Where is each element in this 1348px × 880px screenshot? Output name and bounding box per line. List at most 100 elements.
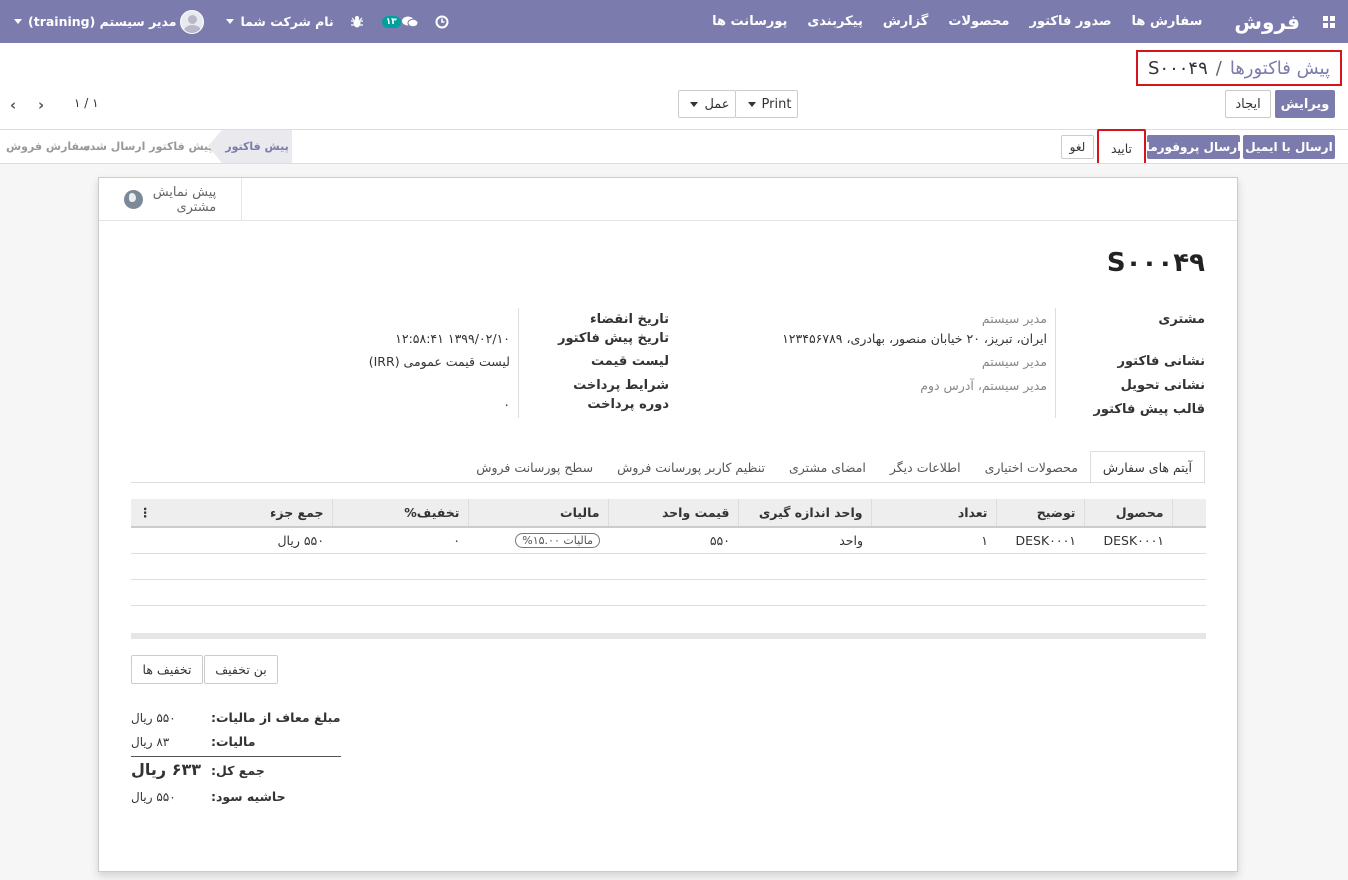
coupon-button[interactable]: بن تخفیف <box>204 655 278 684</box>
margin-label: حاشیه سود: <box>211 789 286 804</box>
tab-other-info[interactable]: اطلاعات دیگر <box>878 451 973 483</box>
col-discount[interactable]: تخفیف% <box>331 499 468 528</box>
company-name: نام شرکت شما <box>240 14 334 29</box>
avatar <box>180 9 205 34</box>
payment-period-field[interactable]: ۰ <box>503 397 510 412</box>
untaxed-amount-label: مبلغ معاف از مالیات: <box>211 710 341 725</box>
table-row <box>131 553 1206 580</box>
delivery-address-label: نشانی تحویل <box>1120 378 1205 393</box>
pager-next-icon[interactable]: › <box>38 96 44 114</box>
send-by-email-button[interactable]: ارسال با ایمیل <box>1243 135 1335 159</box>
action-dropdown[interactable]: عمل <box>678 90 736 118</box>
customer-field[interactable]: مدیر سیستم <box>982 311 1047 326</box>
discounts-button[interactable]: تخفیف ها <box>131 655 203 684</box>
tax-tag: مالیات ۱۵.۰۰% <box>515 533 600 549</box>
col-product[interactable]: محصول <box>1083 499 1172 528</box>
user-name: مدیر سیستم (training) <box>28 14 177 29</box>
breadcrumb-quotations-link[interactable]: پیش فاکتورها <box>1230 58 1330 79</box>
pager-previous-icon[interactable]: ‹ <box>10 96 16 114</box>
invoice-address-label: نشانی فاکتور <box>1117 354 1205 369</box>
company-switcher[interactable]: نام شرکت شما <box>212 14 341 29</box>
tab-order-lines[interactable]: آیتم های سفارش <box>1089 451 1205 484</box>
invoice-address-field[interactable]: مدیر سیستم <box>982 354 1047 369</box>
cell-product[interactable]: DESK۰۰۰۱ <box>1084 527 1172 554</box>
breadcrumb-separator: / <box>1215 57 1222 79</box>
tax-amount-label: مالیات: <box>211 734 256 749</box>
tab-commission-levels[interactable]: سطح پورسانت فروش <box>464 451 605 483</box>
quote-date-field[interactable]: ۱۳۹۹/۰۲/۱۰ ۱۲:۵۸:۴۱ <box>395 331 510 346</box>
tab-commission-users[interactable]: تنظیم کاربر پورسانت فروش <box>605 451 777 483</box>
menu-commissions[interactable]: پورسانت ها <box>702 14 797 29</box>
payment-terms-label: شرایط پرداخت <box>573 378 669 393</box>
chat-icon[interactable]: ۱۳ <box>372 15 427 29</box>
stage-quotation[interactable]: پیش فاکتور <box>222 130 292 163</box>
print-label: Print <box>761 96 792 112</box>
table-footer <box>131 633 1206 639</box>
table-row[interactable]: DESK۰۰۰۱ DESK۰۰۰۱ ۱ واحد ۵۵۰ مالیات ۱۵.۰… <box>131 527 1206 554</box>
create-button[interactable]: ایجاد <box>1225 90 1271 118</box>
notebook-tabs: آیتم های سفارش محصولات اختیاری اطلاعات د… <box>464 450 1205 484</box>
debug-bug-icon[interactable] <box>342 15 372 29</box>
pricelist-field[interactable]: لیست قیمت عمومی (IRR) <box>369 354 510 369</box>
user-menu[interactable]: مدیر سیستم (training) <box>0 9 212 34</box>
field-separator <box>518 308 519 418</box>
row-handle <box>1172 527 1206 554</box>
activity-clock-icon[interactable] <box>427 15 457 29</box>
breadcrumb: پیش فاکتورها / S۰۰۰۴۹ <box>1135 50 1342 86</box>
send-proforma-button[interactable]: ارسال پروفورما <box>1146 135 1241 159</box>
customer-label: مشتری <box>1158 312 1205 327</box>
cell-taxes[interactable]: مالیات ۱۵.۰۰% <box>468 527 608 554</box>
margin-value: ۵۵۰ ریال <box>131 790 176 804</box>
page-title: S۰۰۰۴۹ <box>1106 248 1205 278</box>
field-separator <box>1055 308 1056 418</box>
col-quantity[interactable]: تعداد <box>870 499 996 528</box>
delivery-address-field[interactable]: مدیر سیستم، آدرس دوم <box>920 378 1047 393</box>
cancel-button[interactable]: لغو <box>1061 135 1094 159</box>
chevron-down-icon <box>690 101 699 107</box>
tabs-divider <box>131 482 1205 483</box>
col-subtotal[interactable]: جمع جزء ⋮ <box>131 499 332 528</box>
quote-date-label: تاریخ پیش فاکتور <box>557 331 669 346</box>
col-uom[interactable]: واحد اندازه گیری <box>737 499 871 528</box>
expiration-label: تاریخ انقضاء <box>589 312 669 327</box>
print-dropdown[interactable]: Print <box>735 90 798 118</box>
breadcrumb-current: S۰۰۰۴۹ <box>1147 57 1208 79</box>
tab-customer-signature[interactable]: امضای مشتری <box>777 451 878 483</box>
col-description[interactable]: توضیح <box>995 499 1084 528</box>
col-subtotal-label: جمع جزء <box>270 505 324 520</box>
column-options-icon[interactable]: ⋮ <box>139 505 152 520</box>
col-taxes[interactable]: مالیات <box>467 499 608 528</box>
tax-amount-value: ۸۳ ریال <box>131 735 170 749</box>
total-amount-value: ۶۳۳ ریال <box>131 760 201 779</box>
stage-arrow <box>208 130 222 163</box>
menu-configuration[interactable]: پیکربندی <box>797 14 872 29</box>
pricelist-label: لیست قیمت <box>591 354 669 369</box>
cell-quantity[interactable]: ۱ <box>871 527 996 554</box>
menu-invoicing[interactable]: صدور فاکتور <box>1019 14 1121 29</box>
form-sheet: پیش نمایش مشتری S۰۰۰۴۹ مشتری نشانی فاکتو… <box>98 177 1238 872</box>
cell-subtotal: ۵۵۰ ریال <box>131 527 332 554</box>
chat-count-badge: ۱۳ <box>381 15 401 28</box>
customer-preview-label-2: مشتری <box>176 199 217 215</box>
stage-sale-order[interactable]: سفارش فروش <box>0 130 90 163</box>
cell-uom[interactable]: واحد <box>738 527 871 554</box>
menu-reporting[interactable]: گزارش <box>873 14 939 29</box>
top-navbar: فروش سفارش ها صدور فاکتور محصولات گزارش … <box>0 0 1348 43</box>
chevron-down-icon <box>14 19 22 24</box>
untaxed-amount-value: ۵۵۰ ریال <box>131 711 176 725</box>
col-unit-price[interactable]: قیمت واحد <box>607 499 738 528</box>
apps-menu-icon[interactable] <box>1310 0 1348 43</box>
customer-preview-button[interactable]: پیش نمایش مشتری <box>99 178 242 221</box>
menu-orders[interactable]: سفارش ها <box>1122 14 1213 29</box>
menu-products[interactable]: محصولات <box>938 14 1019 29</box>
cell-discount[interactable]: ۰ <box>332 527 468 554</box>
chevron-down-icon <box>747 101 756 107</box>
edit-button[interactable]: ویرایش <box>1275 90 1335 118</box>
pager-counter[interactable]: ۱ / ۱ <box>74 96 99 110</box>
cell-description[interactable]: DESK۰۰۰۱ <box>996 527 1084 554</box>
app-brand: فروش <box>1234 9 1300 34</box>
tab-optional-products[interactable]: محصولات اختیاری <box>973 451 1090 483</box>
table-row <box>131 579 1206 606</box>
stage-quotation-sent[interactable]: پیش فاکتور ارسال شده <box>83 130 212 163</box>
cell-unit-price[interactable]: ۵۵۰ <box>608 527 738 554</box>
